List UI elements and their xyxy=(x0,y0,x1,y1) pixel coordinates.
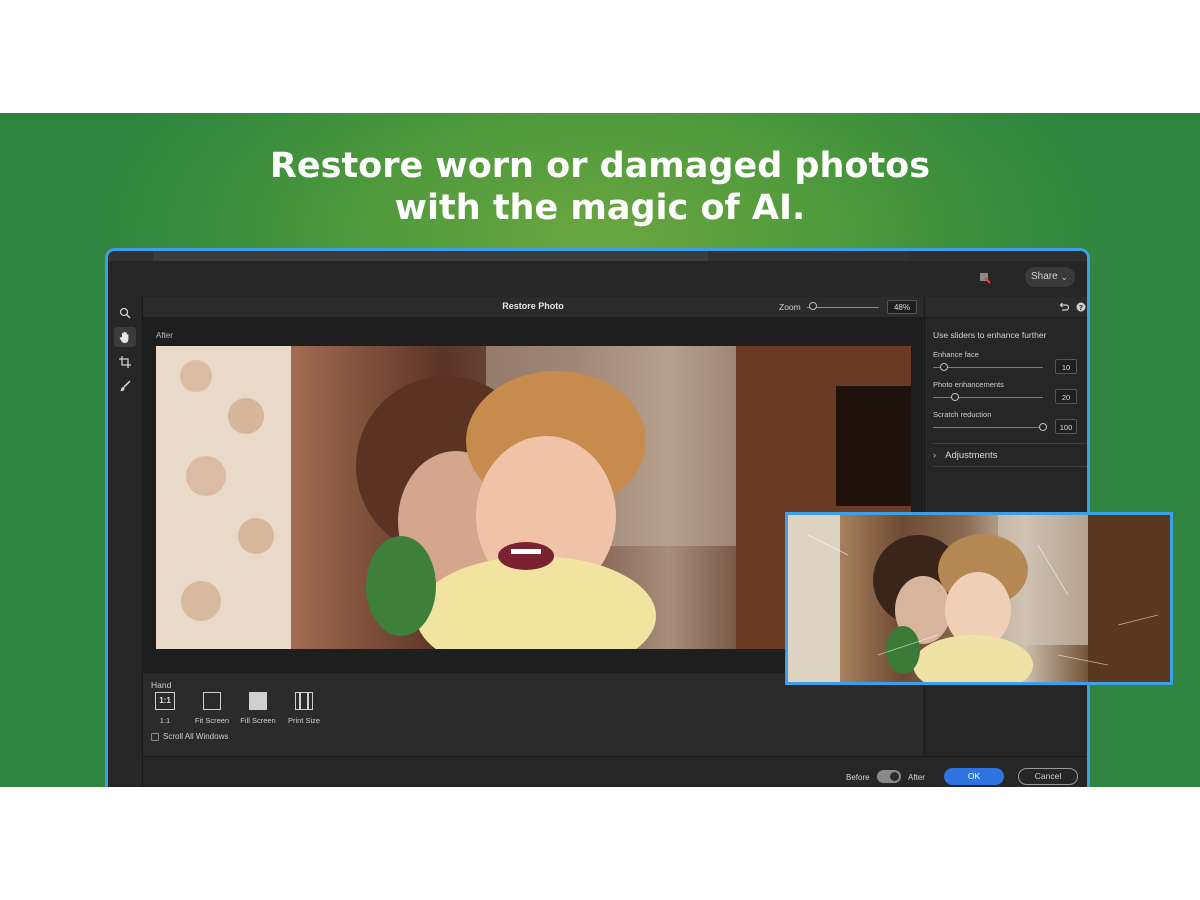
ok-button[interactable]: OK xyxy=(944,768,1004,785)
before-label: Before xyxy=(846,773,870,782)
promo-banner: Restore worn or damaged photos with the … xyxy=(0,113,1200,787)
scratch-reduction-value-field[interactable]: 100 xyxy=(1055,419,1077,434)
photo-enhancements-value-field[interactable]: 20 xyxy=(1055,389,1077,404)
chevron-down-icon: ⌄ xyxy=(1060,272,1068,282)
fill-screen-icon xyxy=(249,692,267,710)
print-size-icon xyxy=(295,692,313,710)
chevron-right-icon: › xyxy=(933,450,937,461)
one-to-one-label: 1:1 xyxy=(159,716,171,725)
one-to-one-icon: 1:1 xyxy=(155,692,175,710)
title-bar-tab-strip xyxy=(153,251,708,261)
title-bar-tab-strip-right xyxy=(908,251,1087,261)
enhance-face-slider-track[interactable] xyxy=(933,367,1043,368)
search-icon xyxy=(119,307,131,319)
flag-icon[interactable] xyxy=(979,272,991,284)
share-button-label: Share xyxy=(1031,271,1058,282)
crop-tool[interactable] xyxy=(114,352,136,372)
enhance-face-label: Enhance face xyxy=(933,350,979,359)
hand-tool[interactable] xyxy=(114,327,136,347)
scroll-all-windows-option[interactable]: Scroll All Windows xyxy=(151,732,228,741)
scroll-all-windows-label: Scroll All Windows xyxy=(163,732,229,741)
fill-screen-option[interactable]: Fill Screen xyxy=(233,692,283,725)
print-size-option[interactable]: Print Size xyxy=(279,692,329,725)
adjustments-label: Adjustments xyxy=(945,450,998,461)
headline-line-1: Restore worn or damaged photos xyxy=(269,146,931,186)
left-toolbar xyxy=(108,297,143,787)
adjustments-divider-top xyxy=(933,443,1087,444)
fit-screen-option[interactable]: Fit Screen xyxy=(187,692,237,725)
toggle-knob xyxy=(890,772,899,781)
scroll-all-windows-checkbox[interactable] xyxy=(151,732,159,741)
zoom-label: Zoom xyxy=(779,302,801,312)
slider-hint: Use sliders to enhance further xyxy=(933,330,1047,340)
photo-enhancements-slider-track[interactable] xyxy=(933,397,1043,398)
svg-text:?: ? xyxy=(1079,304,1083,312)
share-button[interactable]: Share ⌄ xyxy=(1025,267,1075,287)
zoom-slider-track[interactable] xyxy=(807,307,879,308)
photo-enhancements-slider-thumb[interactable] xyxy=(951,393,959,401)
zoom-tool[interactable] xyxy=(114,303,136,323)
cancel-button[interactable]: Cancel xyxy=(1018,768,1078,785)
zoom-value-field[interactable]: 48% xyxy=(887,300,917,314)
one-to-one-option[interactable]: 1:1 1:1 xyxy=(140,692,190,725)
crop-icon xyxy=(119,356,131,368)
scratch-reduction-label: Scratch reduction xyxy=(933,410,992,419)
headline-line-2: with the magic of AI. xyxy=(394,188,806,228)
tool-options-bar: Hand 1:1 1:1 Fit Screen Fill Screen Prin… xyxy=(143,674,923,756)
after-label: After xyxy=(908,773,925,782)
before-after-toggle[interactable] xyxy=(877,770,901,783)
scratch-reduction-slider-track[interactable] xyxy=(933,427,1043,428)
enhance-face-value-field[interactable]: 10 xyxy=(1055,359,1077,374)
before-photo-preview xyxy=(785,512,1173,685)
app-bar: Share ⌄ xyxy=(108,261,1087,297)
print-size-label: Print Size xyxy=(287,716,321,725)
healing-brush-tool[interactable] xyxy=(114,376,136,396)
reset-icon[interactable] xyxy=(1059,302,1069,312)
fill-screen-label: Fill Screen xyxy=(240,716,276,725)
dialog-header: Restore Photo Zoom 48% xyxy=(143,297,923,318)
right-panel-header: ? xyxy=(925,297,1087,318)
fit-screen-label: Fit Screen xyxy=(194,716,230,725)
photo-enhancements-label: Photo enhancements xyxy=(933,380,1004,389)
headline: Restore worn or damaged photos with the … xyxy=(0,145,1200,229)
tool-name-label: Hand xyxy=(151,680,172,690)
enhance-face-slider-thumb[interactable] xyxy=(940,363,948,371)
adjustments-section[interactable]: › Adjustments xyxy=(933,450,997,461)
zoom-slider-thumb[interactable] xyxy=(808,302,817,310)
hand-icon xyxy=(119,331,129,343)
scratch-reduction-slider-thumb[interactable] xyxy=(1039,423,1047,431)
dialog-footer: Before After OK Cancel xyxy=(143,756,1087,787)
fit-screen-icon xyxy=(203,692,221,710)
help-icon[interactable]: ? xyxy=(1076,302,1086,312)
adjustments-divider-bottom xyxy=(933,466,1087,467)
brush-icon xyxy=(120,380,131,392)
canvas-after-label: After xyxy=(156,331,173,340)
dialog-title: Restore Photo xyxy=(502,301,564,311)
before-photo-image xyxy=(788,515,1170,682)
